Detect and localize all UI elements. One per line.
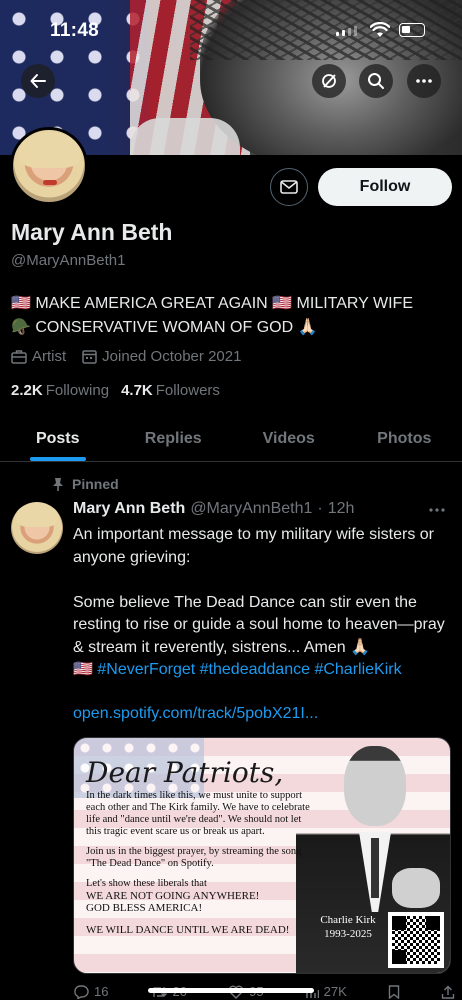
card-paragraph: In the dark times like this, we must uni… (86, 790, 310, 837)
message-button[interactable] (270, 168, 308, 206)
follow-button[interactable]: Follow (318, 168, 452, 206)
pinned-indicator: Pinned (52, 476, 119, 492)
card-caption: Charlie Kirk 1993-2025 (308, 913, 388, 941)
caption-years: 1993-2025 (324, 928, 372, 940)
following-link[interactable]: 2.2K Following (11, 382, 109, 399)
card-paragraph: Let's show these liberals that (86, 878, 207, 889)
person-head (344, 746, 406, 826)
tweet-paragraph: Some believe The Dead Dance can stir eve… (73, 593, 445, 656)
search-button[interactable] (359, 64, 393, 98)
flag-emoji: 🇺🇸 (73, 661, 93, 678)
profile-avatar[interactable] (10, 127, 88, 205)
reply-button[interactable]: 16 (73, 984, 108, 999)
avatar-hair (16, 503, 58, 527)
tweet-paragraph-gap (73, 569, 455, 592)
tweet-hashtag-line: 🇺🇸 #NeverForget #thedeaddance #CharlieKi… (73, 659, 455, 682)
home-indicator[interactable] (148, 988, 314, 993)
hashtag-thedeaddance[interactable]: #thedeaddance (200, 661, 310, 678)
tweet-text: An important message to my military wife… (73, 524, 455, 682)
spotify-link[interactable]: open.spotify.com/track/5pobX21I... (73, 705, 318, 723)
status-time: 11:48 (50, 20, 100, 41)
reply-icon (74, 984, 89, 999)
hashtag-charliekirk[interactable]: #CharlieKirk (314, 661, 401, 678)
card-body: In the dark times like this, we must uni… (86, 790, 316, 936)
more-icon (416, 79, 432, 83)
hashtag-neverforget[interactable]: #NeverForget (97, 661, 195, 678)
more-button[interactable] (407, 64, 441, 98)
card-caps-line: WE ARE NOT GOING ANYWHERE! (86, 890, 260, 902)
joined-item: Joined October 2021 (82, 348, 241, 365)
card-heading: Dear Patriots, (86, 756, 284, 789)
person-tie (371, 838, 379, 898)
wifi-icon (370, 22, 390, 37)
tweet-author-avatar[interactable] (11, 502, 63, 554)
profile-meta: Artist Joined October 2021 (11, 348, 241, 365)
pinned-label: Pinned (72, 476, 119, 492)
follow-stats: 2.2K Following 4.7K Followers (11, 382, 220, 399)
tweet-media-image[interactable]: Dear Patriots, In the dark times like th… (73, 737, 451, 974)
tab-photos[interactable]: Photos (347, 416, 462, 461)
tweet-header: Mary Ann Beth @MaryAnnBeth1 · 12h (73, 500, 354, 518)
qr-pattern (392, 916, 440, 964)
banner-hand (130, 118, 240, 155)
profile-bio: 🇺🇸 MAKE AMERICA GREAT AGAIN 🇺🇸 MILITARY … (11, 292, 451, 340)
share-button[interactable] (441, 984, 455, 999)
back-button[interactable] (21, 64, 55, 98)
tweet-more-button[interactable] (428, 500, 446, 518)
tweet-author-name[interactable]: Mary Ann Beth (73, 500, 185, 518)
avatar-lips (43, 180, 57, 185)
followers-label: Followers (155, 382, 220, 399)
tweet-author-handle[interactable]: @MaryAnnBeth1 (190, 500, 312, 518)
more-icon (429, 508, 445, 512)
bio-line: 🪖 CONSERVATIVE WOMAN OF GOD 🙏🏻 (11, 319, 318, 336)
tweet-time[interactable]: 12h (328, 500, 355, 518)
caption-name: Charlie Kirk (320, 914, 376, 926)
tab-posts[interactable]: Posts (0, 416, 116, 461)
calendar-icon (82, 350, 97, 364)
avatar-hair (19, 132, 81, 168)
qr-code (388, 912, 444, 968)
bookmark-button[interactable] (388, 984, 400, 999)
circle-slash-icon (322, 74, 336, 88)
joined-label: Joined October 2021 (102, 348, 242, 365)
views-count: 27K (323, 984, 347, 999)
followers-link[interactable]: 4.7K Followers (121, 382, 220, 399)
reply-count: 16 (94, 984, 109, 999)
tab-replies[interactable]: Replies (116, 416, 232, 461)
grok-button[interactable] (312, 64, 346, 98)
person-hands (392, 868, 440, 908)
arrow-left-icon (30, 74, 46, 88)
tab-videos[interactable]: Videos (231, 416, 347, 461)
card-paragraph: Join us in the biggest prayer, by stream… (86, 846, 302, 869)
category-item: Artist (11, 348, 66, 365)
tweet-separator: · (317, 500, 323, 517)
mail-icon (280, 180, 298, 194)
cellular-signal-icon (336, 26, 357, 36)
battery-icon (399, 23, 425, 37)
bio-line: 🇺🇸 MAKE AMERICA GREAT AGAIN 🇺🇸 MILITARY … (11, 295, 413, 312)
status-bar: 11:48 (0, 0, 462, 58)
search-icon (368, 73, 384, 89)
pin-icon (53, 477, 63, 491)
display-name: Mary Ann Beth (11, 219, 173, 245)
following-count: 2.2K (11, 382, 43, 399)
share-icon (441, 985, 455, 999)
bookmark-icon (388, 984, 400, 999)
profile-tabs: Posts Replies Videos Photos (0, 416, 462, 462)
card-caps-line: WE WILL DANCE UNTIL WE ARE DEAD! (86, 924, 290, 936)
briefcase-icon (11, 350, 27, 364)
category-label: Artist (32, 348, 67, 365)
tweet-paragraph: An important message to my military wife… (73, 526, 434, 566)
following-label: Following (45, 382, 110, 399)
followers-count: 4.7K (121, 382, 153, 399)
user-handle: @MaryAnnBeth1 (11, 252, 126, 269)
card-caps-line: GOD BLESS AMERICA! (86, 902, 203, 914)
